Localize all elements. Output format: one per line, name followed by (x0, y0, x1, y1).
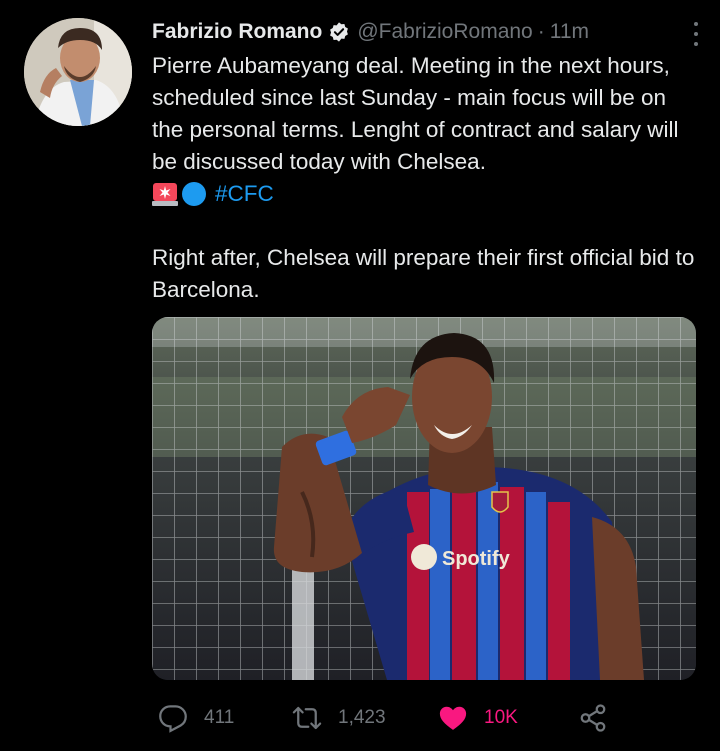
separator-dot: · (537, 20, 545, 43)
heart-icon (438, 703, 468, 733)
share-icon (578, 703, 608, 733)
author-name[interactable]: Fabrizio Romano (152, 20, 322, 44)
retweet-button[interactable]: 1,423 (292, 700, 386, 736)
like-button[interactable]: 10K (438, 700, 518, 736)
tweet-actions: 411 1,423 10K (152, 700, 700, 736)
tweet-text-line1: Pierre Aubameyang deal. Meeting in the n… (152, 53, 679, 174)
jersey-sponsor-text: Spotify (442, 548, 511, 570)
tweet-text: Pierre Aubameyang deal. Meeting in the n… (152, 50, 700, 306)
author-handle[interactable]: @FabrizioRomano (357, 20, 532, 44)
tweet-text-line2: Right after, Chelsea will prepare their … (152, 245, 695, 302)
like-count: 10K (484, 707, 518, 728)
retweet-count: 1,423 (338, 707, 386, 728)
tweet-content: Fabrizio Romano @FabrizioRomano · 11m Pi… (152, 14, 700, 306)
emoji-row: #CFC (152, 178, 700, 210)
hashtag-link[interactable]: #CFC (215, 178, 274, 210)
blue-circle-icon (182, 182, 206, 206)
reply-count: 411 (204, 707, 235, 728)
tweet-time[interactable]: 11m (550, 20, 589, 44)
reply-icon (158, 703, 188, 733)
share-button[interactable] (578, 700, 624, 736)
retweet-icon (292, 703, 322, 733)
tweet-photo[interactable]: Spotify (152, 317, 696, 680)
author-avatar[interactable] (24, 18, 132, 126)
verified-badge-icon (328, 21, 350, 43)
police-light-icon (152, 181, 178, 207)
tweet-header: Fabrizio Romano @FabrizioRomano · 11m (152, 14, 700, 50)
reply-button[interactable]: 411 (158, 700, 234, 736)
more-options-icon[interactable] (686, 20, 706, 48)
